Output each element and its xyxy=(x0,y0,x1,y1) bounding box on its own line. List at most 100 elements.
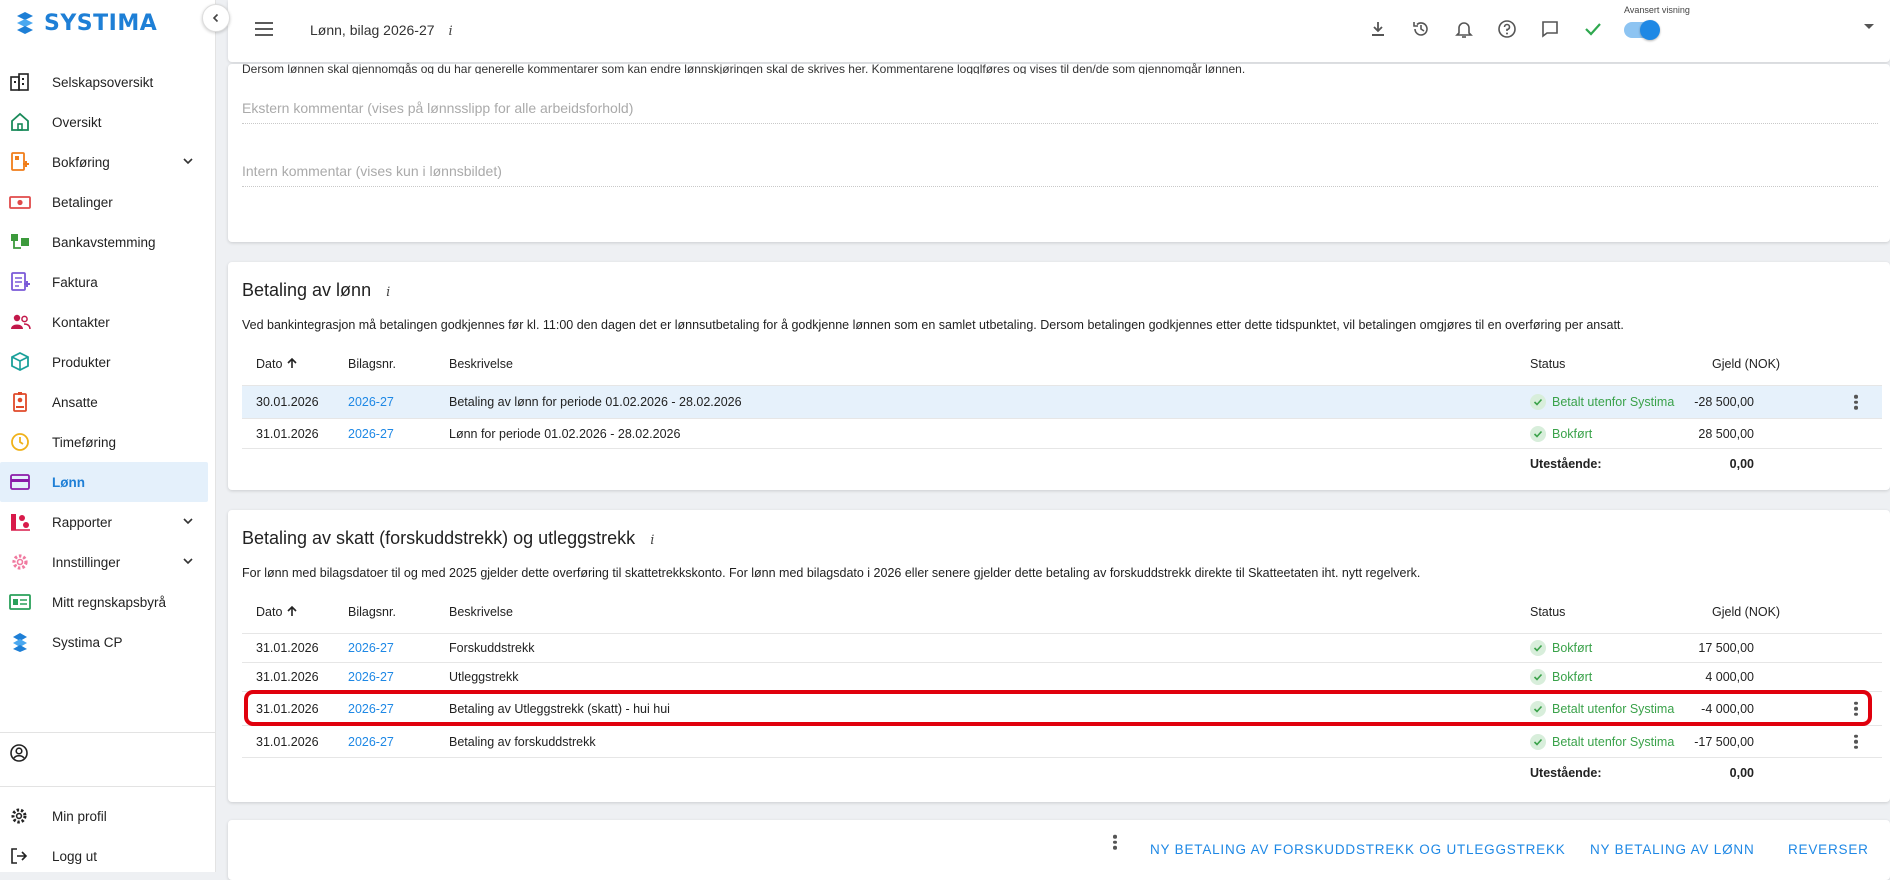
sidebar-item-timeforing[interactable]: Timeføring xyxy=(0,422,216,462)
sidebar-item-label: Bokføring xyxy=(52,154,110,170)
voucher-link[interactable]: 2026-27 xyxy=(348,670,394,684)
comments-card: Dersom lønnen skal gjennomgås og du har … xyxy=(228,62,1890,242)
caret-down-icon[interactable] xyxy=(1864,24,1874,29)
sidebar-item-label: Mitt regnskapsbyrå xyxy=(52,594,167,610)
logout-icon xyxy=(11,848,28,864)
voucher-link[interactable]: 2026-27 xyxy=(348,427,394,441)
sidebar-item-systima-cp[interactable]: Systima CP xyxy=(0,622,216,662)
voucher-link[interactable]: 2026-27 xyxy=(348,395,394,409)
column-voucher[interactable]: Bilagsnr. xyxy=(348,357,396,371)
info-icon[interactable]: i xyxy=(448,24,452,39)
total-amount: 0,00 xyxy=(1729,457,1754,471)
voucher-link[interactable]: 2026-27 xyxy=(348,641,394,655)
contacts-icon xyxy=(11,314,31,330)
new-tax-payment-button[interactable]: NY BETALING AV FORSKUDDSTREKK OG UTLEGGS… xyxy=(1150,842,1566,857)
sidebar-item-faktura[interactable]: Faktura xyxy=(0,262,216,302)
sidebar-item-bokforing[interactable]: Bokføring xyxy=(0,142,216,182)
row-menu-button[interactable] xyxy=(1848,734,1864,749)
sidebar-item-produkter[interactable]: Produkter xyxy=(0,342,216,382)
systima-logo[interactable]: SYSTIMA xyxy=(12,8,157,38)
min-profil-link[interactable]: Min profil xyxy=(0,796,216,836)
column-status[interactable]: Status xyxy=(1530,357,1565,371)
new-salary-payment-button[interactable]: NY BETALING AV LØNN xyxy=(1590,842,1755,857)
column-voucher[interactable]: Bilagsnr. xyxy=(348,605,396,619)
sidebar-item-rapporter[interactable]: Rapporter xyxy=(0,502,216,542)
column-date[interactable]: Dato xyxy=(256,357,298,371)
logo-text: SYSTIMA xyxy=(44,10,158,36)
table-row[interactable]: 30.01.2026 2026-27 Betaling av lønn for … xyxy=(242,386,1882,419)
row-date: 31.01.2026 xyxy=(256,641,319,655)
sidebar-item-label: Betalinger xyxy=(52,194,113,210)
column-status[interactable]: Status xyxy=(1530,605,1565,619)
check-circle-icon xyxy=(1530,394,1546,410)
advanced-view-label: Avansert visning xyxy=(1624,5,1690,15)
sidebar-item-label: Ansatte xyxy=(52,394,98,410)
column-debt[interactable]: Gjeld (NOK) xyxy=(1712,605,1780,619)
info-icon[interactable]: i xyxy=(386,285,390,300)
ledger-icon xyxy=(11,152,29,171)
hamburger-menu-icon[interactable] xyxy=(254,20,274,38)
row-description: Betaling av lønn for periode 01.02.2026 … xyxy=(449,395,742,409)
table-row[interactable]: 31.01.2026 2026-27 Betaling av forskudds… xyxy=(242,726,1882,758)
comment-icon xyxy=(1542,21,1558,38)
voucher-link[interactable]: 2026-27 xyxy=(348,735,394,749)
table-row[interactable]: 31.01.2026 2026-27 Lønn for periode 01.0… xyxy=(242,419,1882,449)
advanced-view-toggle[interactable] xyxy=(1624,20,1660,40)
arrow-up-icon xyxy=(287,357,297,368)
internal-comment-field[interactable]: Intern kommentar (vises kun i lønnsbilde… xyxy=(242,157,1878,187)
row-description: Forskuddstrekk xyxy=(449,641,535,655)
column-description[interactable]: Beskrivelse xyxy=(449,357,513,371)
salary-payment-description: Ved bankintegrasjon må betalingen godkje… xyxy=(242,318,1624,332)
tax-payment-card: Betaling av skatt (forskuddstrekk) og ut… xyxy=(228,510,1890,802)
sidebar-item-bankavstemming[interactable]: Bankavstemming xyxy=(0,222,216,262)
check-circle-icon xyxy=(1530,640,1546,656)
more-actions-button[interactable] xyxy=(1107,834,1123,850)
sidebar-item-selskapsoversikt[interactable]: Selskapsoversikt xyxy=(0,62,216,102)
collapse-sidebar-button[interactable] xyxy=(202,4,230,32)
reverse-button[interactable]: REVERSER xyxy=(1788,842,1869,857)
table-row[interactable]: 31.01.2026 2026-27 Forskuddstrekk Bokfør… xyxy=(242,634,1882,663)
sidebar-item-label: Faktura xyxy=(52,274,98,290)
sidebar-item-label: Produkter xyxy=(52,354,111,370)
help-button[interactable] xyxy=(1495,17,1519,41)
table-header-row: Dato Bilagsnr. Beskrivelse Status Gjeld … xyxy=(242,342,1882,386)
sidebar-item-betalinger[interactable]: Betalinger xyxy=(0,182,216,222)
table-row[interactable]: 31.01.2026 2026-27 Utleggstrekk Bokført … xyxy=(242,663,1882,692)
column-description[interactable]: Beskrivelse xyxy=(449,605,513,619)
info-icon[interactable]: i xyxy=(650,533,654,548)
chevron-down-icon xyxy=(183,158,193,165)
sidebar-item-label: Bankavstemming xyxy=(52,234,156,250)
gear-icon xyxy=(12,554,28,570)
page-title: Lønn, bilag 2026-27 i xyxy=(310,22,453,39)
logout-label: Logg ut xyxy=(52,848,98,864)
sidebar-item-ansatte[interactable]: Ansatte xyxy=(0,382,216,422)
row-menu-button[interactable] xyxy=(1848,394,1864,410)
row-date: 31.01.2026 xyxy=(256,670,319,684)
logout-link[interactable]: Logg ut xyxy=(0,836,216,876)
row-description: Utleggstrekk xyxy=(449,670,519,684)
approve-button[interactable] xyxy=(1581,17,1605,41)
table-header-row: Dato Bilagsnr. Beskrivelse Status Gjeld … xyxy=(242,590,1882,634)
sidebar-item-oversikt[interactable]: Oversikt xyxy=(0,102,216,142)
column-date-label: Dato xyxy=(256,604,283,619)
external-comment-field[interactable]: Ekstern kommentar (vises på lønnsslipp f… xyxy=(242,94,1878,124)
comments-button[interactable] xyxy=(1538,17,1562,41)
sidebar-item-innstillinger[interactable]: Innstillinger xyxy=(0,542,216,582)
history-button[interactable] xyxy=(1409,17,1433,41)
download-button[interactable] xyxy=(1366,17,1390,41)
top-bar: Lønn, bilag 2026-27 i Avansert visning xyxy=(228,0,1890,62)
status-badge: Bokført xyxy=(1530,640,1592,656)
total-label: Utestående: xyxy=(1530,766,1602,780)
sidebar-item-lonn[interactable]: Lønn xyxy=(0,462,208,502)
notifications-button[interactable] xyxy=(1452,17,1476,41)
check-circle-icon xyxy=(1530,425,1546,442)
column-debt[interactable]: Gjeld (NOK) xyxy=(1712,357,1780,371)
account-button[interactable] xyxy=(0,733,216,773)
row-amount: 28 500,00 xyxy=(1698,426,1754,441)
chevron-down-icon xyxy=(183,558,193,565)
status-text: Bokført xyxy=(1552,641,1593,655)
sidebar-footer xyxy=(0,732,216,773)
sidebar-item-kontakter[interactable]: Kontakter xyxy=(0,302,216,342)
column-date[interactable]: Dato xyxy=(256,605,298,619)
sidebar-item-mitt-regnskapsbyra[interactable]: Mitt regnskapsbyrå xyxy=(0,582,216,622)
